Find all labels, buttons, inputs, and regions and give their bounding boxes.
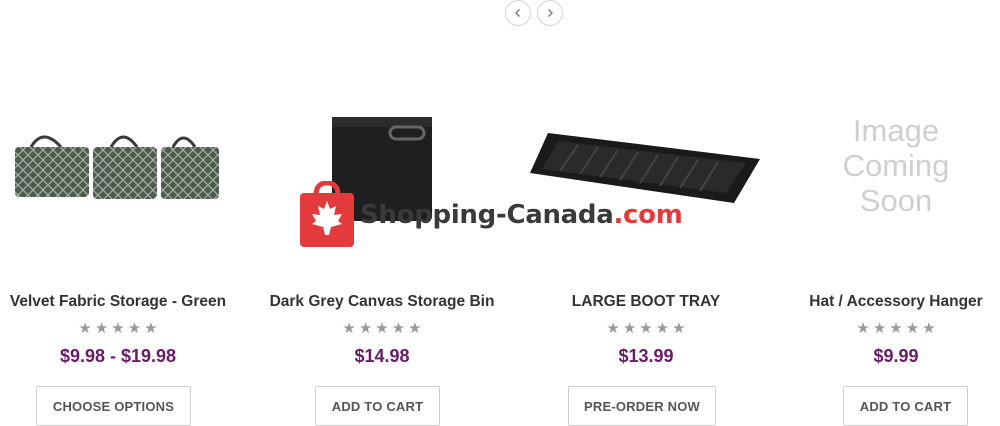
product-title[interactable]: Dark Grey Canvas Storage Bin [264,293,500,311]
product-price: $13.99 [618,346,674,366]
star-icon: ★ [905,320,920,337]
star-icon: ★ [655,320,670,337]
product-price: $9.99 [873,346,919,366]
placeholder-line: Soon [859,182,933,218]
maple-leaf-bag-icon [300,181,354,247]
product-image[interactable]: Image Coming Soon [792,95,1000,235]
star-icon: ★ [889,320,903,337]
star-icon: ★ [672,320,686,337]
product-title[interactable]: Velvet Fabric Storage - Green [0,293,236,311]
star-rating: ★ ★ ★ ★ ★ [528,321,764,337]
placeholder-line: Image [852,112,940,148]
star-icon: ★ [111,320,125,337]
product-card: Velvet Fabric Storage - Green ★ ★ ★ ★ ★ … [0,0,236,426]
star-rating: ★ ★ ★ ★ ★ [792,321,1000,337]
star-icon: ★ [922,320,936,337]
star-icon: ★ [342,320,356,337]
star-icon: ★ [127,320,142,337]
star-icon: ★ [639,320,653,337]
star-icon: ★ [856,320,870,337]
star-icon: ★ [78,320,92,337]
star-icon: ★ [391,320,406,337]
image-coming-soon-placeholder: Image Coming Soon [843,113,950,218]
add-to-cart-button[interactable]: ADD TO CART [315,386,440,426]
watermark-text: Shopping-Canada.com [360,200,683,230]
watermark: Shopping-Canada.com [300,181,683,249]
pre-order-now-button[interactable]: PRE-ORDER NOW [568,386,716,426]
star-icon: ★ [375,320,389,337]
star-icon: ★ [622,320,637,337]
star-icon: ★ [94,320,109,337]
green-fabric-baskets-image [15,135,219,199]
add-to-cart-button[interactable]: ADD TO CART [843,386,968,426]
star-icon: ★ [606,320,620,337]
star-icon: ★ [144,320,158,337]
star-icon: ★ [872,320,887,337]
product-card: Image Coming Soon Hat / Accessory Hanger… [792,0,1000,426]
star-icon: ★ [358,320,373,337]
watermark-main-text: Shopping-Canada [360,200,614,230]
watermark-accent-text: .com [613,200,683,230]
star-rating: ★ ★ ★ ★ ★ [264,321,500,337]
product-title[interactable]: LARGE BOOT TRAY [528,293,764,311]
product-price: $9.98 - $19.98 [59,346,177,366]
star-rating: ★ ★ ★ ★ ★ [0,321,236,337]
product-title[interactable]: Hat / Accessory Hanger [792,293,1000,311]
product-price: $14.98 [354,346,410,366]
star-icon: ★ [408,320,422,337]
product-image[interactable] [0,95,236,235]
choose-options-button[interactable]: CHOOSE OPTIONS [36,386,191,426]
placeholder-line: Coming [842,147,950,183]
